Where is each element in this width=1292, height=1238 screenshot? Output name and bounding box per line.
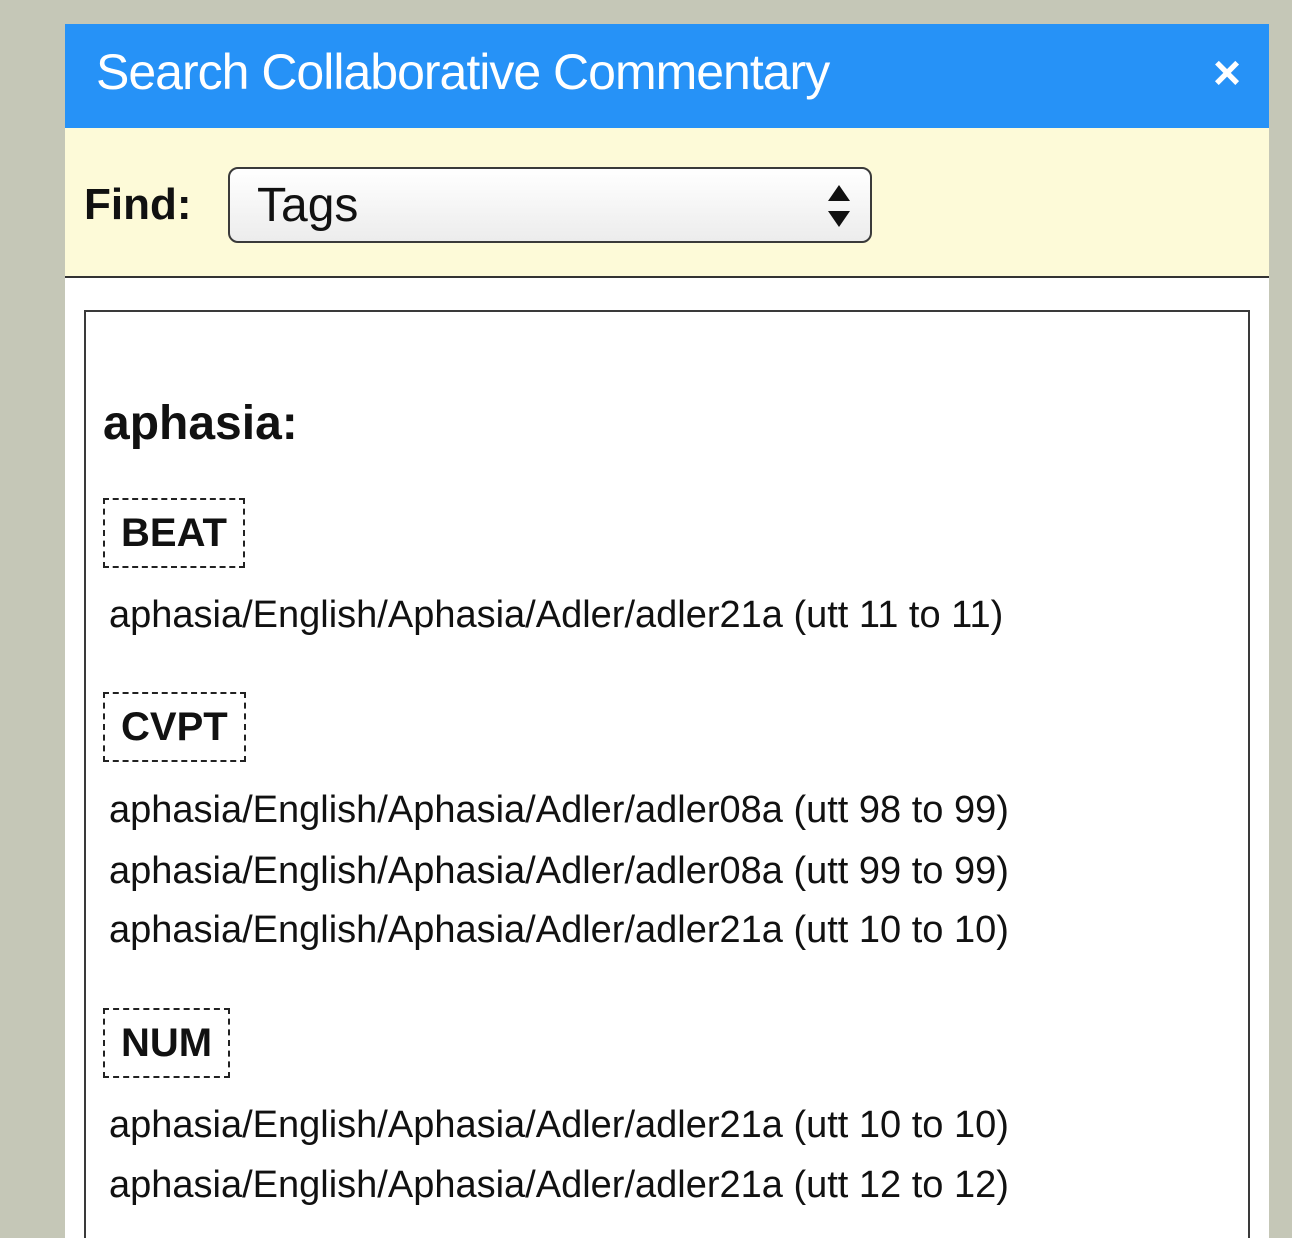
result-link[interactable]: aphasia/English/Aphasia/Adler/adler21a (… bbox=[109, 592, 1003, 638]
corpus-heading: aphasia: bbox=[103, 397, 298, 450]
find-type-selected-value: Tags bbox=[257, 179, 359, 232]
dialog-title: Search Collaborative Commentary bbox=[96, 44, 830, 100]
result-link[interactable]: aphasia/English/Aphasia/Adler/adler21a (… bbox=[109, 1162, 1009, 1208]
result-link[interactable]: aphasia/English/Aphasia/Adler/adler08a (… bbox=[109, 787, 1009, 833]
result-link[interactable]: aphasia/English/Aphasia/Adler/adler21a (… bbox=[109, 907, 1009, 953]
dialog-titlebar: Search Collaborative Commentary × bbox=[65, 24, 1269, 128]
result-link[interactable]: aphasia/English/Aphasia/Adler/adler08a (… bbox=[109, 848, 1009, 894]
find-type-select[interactable]: Tags bbox=[228, 167, 872, 243]
search-commentary-dialog: Search Collaborative Commentary × Find: … bbox=[65, 24, 1269, 1238]
tag-badge-beat: BEAT bbox=[103, 498, 245, 568]
tag-badge-num: NUM bbox=[103, 1008, 231, 1078]
search-results-panel[interactable]: aphasia: BEAT aphasia/English/Aphasia/Ad… bbox=[84, 310, 1250, 1238]
select-arrows-icon bbox=[828, 185, 850, 227]
tag-badge-cvpt: CVPT bbox=[103, 692, 246, 762]
find-label: Find: bbox=[84, 180, 192, 229]
result-link[interactable]: aphasia/English/Aphasia/Adler/adler21a (… bbox=[109, 1102, 1009, 1148]
close-icon[interactable]: × bbox=[1205, 46, 1249, 102]
find-bar: Find: Tags bbox=[65, 128, 1269, 278]
